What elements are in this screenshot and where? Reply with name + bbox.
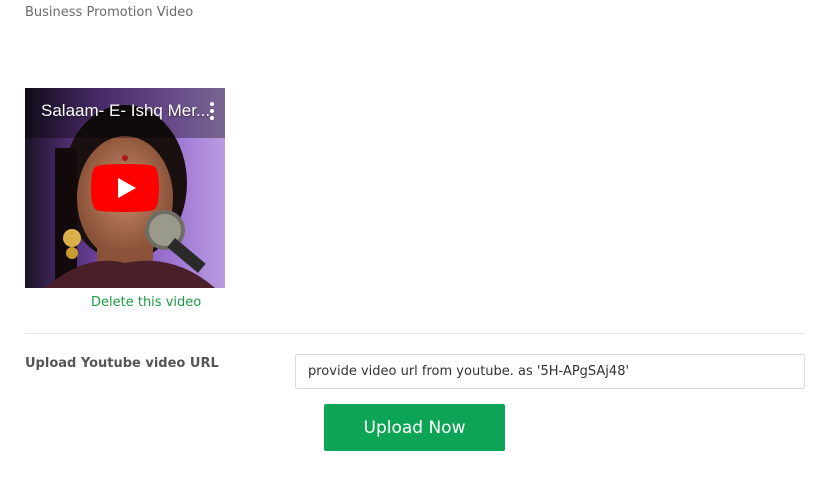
section-title: Business Promotion Video: [25, 5, 194, 20]
youtube-url-input[interactable]: [295, 354, 805, 389]
page: Business Promotion Video Salaam- E- Ishq…: [0, 0, 836, 477]
video-embed[interactable]: Salaam- E- Ishq Mer...: [25, 88, 225, 288]
upload-url-label: Upload Youtube video URL: [25, 356, 219, 371]
video-title: Salaam- E- Ishq Mer...: [41, 101, 211, 120]
video-more-menu-icon[interactable]: [209, 102, 215, 122]
youtube-play-icon[interactable]: [91, 164, 159, 212]
upload-now-button[interactable]: Upload Now: [324, 404, 505, 451]
divider: [25, 333, 805, 334]
delete-video-link[interactable]: Delete this video: [91, 295, 201, 310]
